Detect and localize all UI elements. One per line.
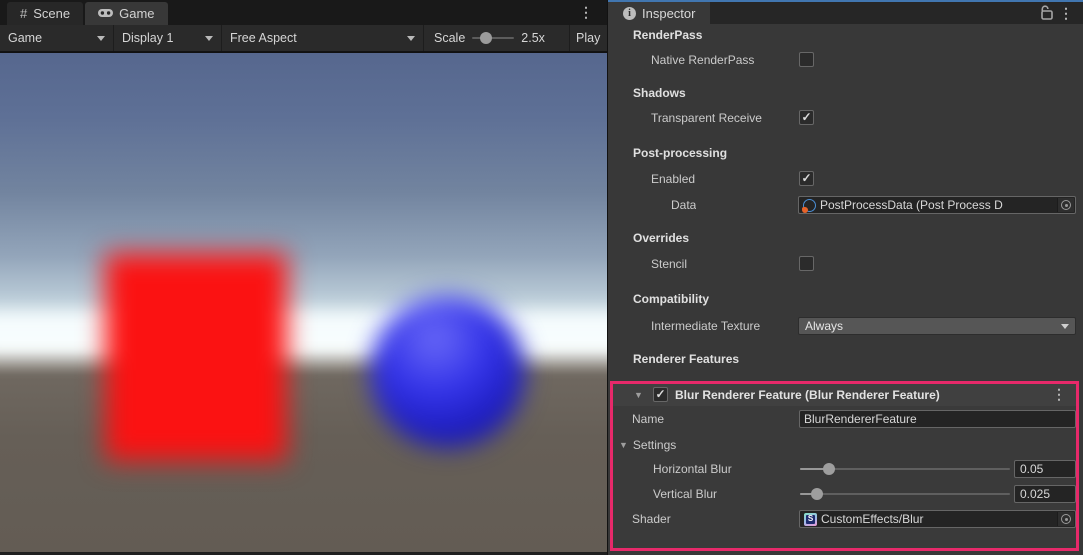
aspect-ratio-dropdown[interactable]: Free Aspect	[222, 25, 424, 51]
data-object-value: PostProcessData (Post Process D	[820, 198, 1003, 212]
slider-knob[interactable]	[811, 488, 823, 500]
inspector-menu-kebab-icon[interactable]: ⋮	[1059, 6, 1073, 20]
game-panel-tabstrip: # Scene Game ⋮	[0, 0, 607, 25]
tab-inspector[interactable]: i Inspector	[608, 2, 710, 24]
renderpass-header: RenderPass	[633, 28, 702, 42]
chevron-down-icon	[97, 36, 105, 41]
feature-name-value: BlurRendererFeature	[804, 412, 917, 426]
slider-knob[interactable]	[823, 463, 835, 475]
inspector-tabstrip: i Inspector ⋮	[608, 2, 1083, 24]
game-toolbar: Game Display 1 Free Aspect Scale 2.5x Pl…	[0, 25, 607, 52]
unity-editor-window: # Scene Game ⋮ Game Display 1 Free Aspec	[0, 0, 1083, 555]
feature-name-input[interactable]: BlurRendererFeature	[799, 410, 1076, 428]
shadows-header: Shadows	[633, 86, 686, 100]
check-icon: ✓	[655, 388, 665, 400]
game-mode-dropdown[interactable]: Game	[0, 25, 114, 51]
overrides-header: Overrides	[633, 231, 689, 245]
intermediate-texture-dropdown[interactable]: Always	[798, 317, 1076, 335]
scale-label: Scale	[434, 31, 465, 45]
scale-value: 2.5x	[521, 31, 545, 45]
enabled-checkbox[interactable]: ✓	[799, 171, 814, 186]
compatibility-header: Compatibility	[633, 292, 709, 306]
shader-value: CustomEffects/Blur	[821, 512, 923, 526]
vertical-blur-slider[interactable]	[800, 485, 1010, 503]
inspector-panel: i Inspector ⋮ RenderPass Native RenderPa…	[607, 0, 1083, 555]
tab-scene[interactable]: # Scene	[7, 2, 83, 25]
blurred-blue-sphere	[370, 296, 525, 448]
target-circle-icon	[1061, 200, 1071, 210]
native-renderpass-checkbox[interactable]: ✓	[799, 52, 814, 67]
stencil-checkbox[interactable]: ✓	[799, 256, 814, 271]
tab-game-label: Game	[119, 6, 154, 21]
postprocessing-header: Post-processing	[633, 146, 727, 160]
intermediate-texture-value: Always	[805, 319, 843, 333]
enabled-row: Enabled	[651, 170, 796, 188]
play-focused-dropdown[interactable]: Play	[570, 25, 606, 51]
info-icon: i	[623, 7, 636, 20]
shader-object-field[interactable]: S CustomEffects/Blur	[799, 510, 1076, 528]
chevron-down-icon	[407, 36, 415, 41]
scale-slider[interactable]	[472, 37, 514, 39]
horizontal-blur-row: Horizontal Blur	[653, 460, 798, 478]
horizontal-blur-value-field[interactable]: 0.05	[1014, 460, 1076, 478]
data-row: Data	[671, 196, 791, 214]
scale-control: Scale 2.5x	[424, 25, 570, 51]
feature-menu-kebab-icon[interactable]: ⋮	[1052, 387, 1066, 401]
scale-slider-knob[interactable]	[480, 32, 492, 44]
blurred-red-cube	[105, 253, 287, 461]
game-panel: # Scene Game ⋮ Game Display 1 Free Aspec	[0, 0, 607, 555]
feature-enabled-checkbox[interactable]: ✓	[653, 387, 668, 402]
renderer-features-header: Renderer Features	[633, 352, 739, 366]
name-row: Name	[632, 410, 792, 428]
vertical-blur-row: Vertical Blur	[653, 485, 798, 503]
post-process-data-asset-icon	[803, 199, 816, 212]
foldout-triangle-icon[interactable]: ▼	[634, 390, 643, 400]
post-process-data-object-field[interactable]: PostProcessData (Post Process D	[798, 196, 1076, 214]
transparent-receive-checkbox[interactable]: ✓	[799, 110, 814, 125]
tab-scene-label: Scene	[33, 6, 70, 21]
gamepad-icon	[98, 6, 113, 21]
display-dropdown[interactable]: Display 1	[114, 25, 222, 51]
transparent-receive-row: Transparent Receive	[651, 109, 798, 127]
foldout-triangle-icon: ▼	[619, 440, 628, 450]
tab-game[interactable]: Game	[85, 2, 167, 25]
intermediate-texture-row: Intermediate Texture	[651, 317, 798, 335]
blur-renderer-feature-highlight-box: ▼ ✓ Blur Renderer Feature (Blur Renderer…	[610, 381, 1079, 551]
shader-row: Shader	[632, 510, 792, 528]
sky-gradient	[0, 53, 607, 343]
feature-title: Blur Renderer Feature (Blur Renderer Fea…	[675, 388, 940, 402]
vertical-blur-value-field[interactable]: 0.025	[1014, 485, 1076, 503]
object-picker-button[interactable]	[1057, 512, 1074, 526]
lock-icon[interactable]	[1040, 5, 1053, 20]
object-picker-button[interactable]	[1057, 198, 1074, 212]
focused-panel-accent-line	[608, 0, 1083, 2]
settings-foldout-row[interactable]: ▼ Settings	[619, 436, 799, 454]
chevron-down-icon	[1061, 324, 1069, 329]
native-renderpass-row: Native RenderPass	[651, 51, 796, 69]
shader-asset-icon: S	[804, 513, 817, 526]
tab-inspector-label: Inspector	[642, 6, 695, 21]
game-panel-menu-kebab-icon[interactable]: ⋮	[579, 5, 593, 19]
target-circle-icon	[1061, 514, 1071, 524]
stencil-row: Stencil	[651, 255, 796, 273]
chevron-down-icon	[205, 36, 213, 41]
feature-header-row[interactable]: ▼ ✓ Blur Renderer Feature (Blur Renderer…	[613, 384, 1076, 406]
game-viewport	[0, 52, 607, 555]
horizontal-blur-slider[interactable]	[800, 460, 1010, 478]
check-icon: ✓	[801, 172, 811, 184]
scene-grid-icon: #	[20, 6, 27, 21]
check-icon: ✓	[801, 111, 811, 123]
